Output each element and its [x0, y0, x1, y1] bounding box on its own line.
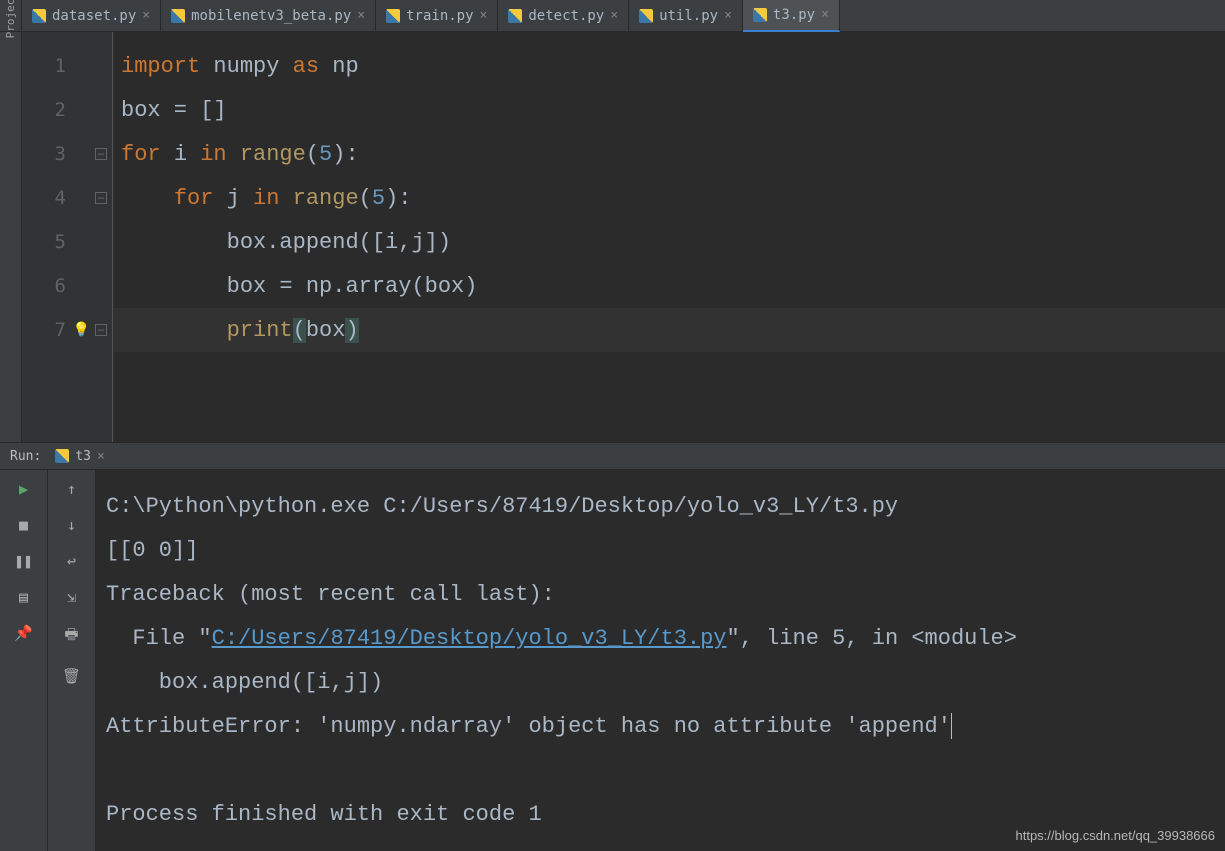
- close-icon[interactable]: ×: [480, 8, 488, 23]
- line-number: 7−💡: [22, 308, 112, 352]
- pin-icon[interactable]: 📌: [14, 624, 33, 642]
- scroll-up-icon[interactable]: ↑: [67, 480, 76, 498]
- console-line: AttributeError: 'numpy.ndarray' object h…: [106, 704, 1215, 748]
- tab-label: train.py: [406, 8, 473, 24]
- layout-icon[interactable]: ▤: [19, 588, 28, 606]
- code-line: box = []: [113, 88, 1225, 132]
- line-number: 5: [22, 220, 112, 264]
- intention-bulb-icon[interactable]: 💡: [73, 322, 90, 338]
- close-icon[interactable]: ×: [142, 8, 150, 23]
- left-strip: [0, 32, 22, 442]
- pause-icon[interactable]: ❚❚: [14, 552, 32, 570]
- tab-label: detect.py: [528, 8, 604, 24]
- tab-dataset[interactable]: dataset.py ×: [22, 0, 161, 32]
- python-icon: [55, 449, 69, 463]
- scroll-down-icon[interactable]: ↓: [67, 516, 76, 534]
- watermark: https://blog.csdn.net/qq_39938666: [1016, 828, 1216, 843]
- console-line: [[0 0]]: [106, 528, 1215, 572]
- run-actions-col-2: ↑ ↓ ↩ ⇲ 🖶 🗑: [48, 470, 96, 851]
- tab-util[interactable]: util.py ×: [629, 0, 743, 32]
- print-icon[interactable]: 🖶: [64, 624, 78, 649]
- console-output[interactable]: C:\Python\python.exe C:/Users/87419/Desk…: [96, 470, 1225, 851]
- code-line: print(box): [113, 308, 1225, 352]
- close-icon[interactable]: ×: [821, 7, 829, 22]
- close-icon[interactable]: ×: [724, 8, 732, 23]
- python-icon: [386, 9, 400, 23]
- tab-label: mobilenetv3_beta.py: [191, 8, 351, 24]
- tab-train[interactable]: train.py ×: [376, 0, 498, 32]
- python-icon: [753, 8, 767, 22]
- close-icon[interactable]: ×: [97, 449, 105, 464]
- console-line: C:\Python\python.exe C:/Users/87419/Desk…: [106, 484, 1215, 528]
- code-editor: 1 2 3− 4− 5 6 7−💡 import numpy as np box…: [0, 32, 1225, 442]
- fold-icon[interactable]: −: [95, 324, 107, 336]
- tab-label: dataset.py: [52, 8, 136, 24]
- file-link[interactable]: C:/Users/87419/Desktop/yolo_v3_LY/t3.py: [212, 626, 727, 651]
- trash-icon[interactable]: 🗑: [62, 667, 81, 685]
- console-line: File "C:/Users/87419/Desktop/yolo_v3_LY/…: [106, 616, 1215, 660]
- project-tool-rail[interactable]: Project: [0, 0, 22, 31]
- line-number: 1: [22, 44, 112, 88]
- run-actions-col-1: ▶ ■ ❚❚ ▤ 📌: [0, 470, 48, 851]
- soft-wrap-icon[interactable]: ↩: [67, 552, 76, 570]
- tab-mobilenetv3[interactable]: mobilenetv3_beta.py ×: [161, 0, 376, 32]
- rerun-icon[interactable]: ▶: [19, 480, 28, 498]
- scroll-to-end-icon[interactable]: ⇲: [67, 588, 76, 606]
- console-line: [106, 748, 1215, 792]
- code-line: box = np.array(box): [113, 264, 1225, 308]
- run-label: Run:: [10, 449, 41, 464]
- fold-icon[interactable]: −: [95, 192, 107, 204]
- code-line: for i in range(5):: [113, 132, 1225, 176]
- run-toolwindow-header: Run: t3 ×: [0, 442, 1225, 470]
- fold-icon[interactable]: −: [95, 148, 107, 160]
- gutter: 1 2 3− 4− 5 6 7−💡: [22, 32, 112, 442]
- caret: [951, 713, 952, 739]
- python-icon: [508, 9, 522, 23]
- stop-icon[interactable]: ■: [19, 516, 28, 534]
- line-number: 3−: [22, 132, 112, 176]
- run-tab[interactable]: t3 ×: [55, 449, 104, 464]
- python-icon: [639, 9, 653, 23]
- close-icon[interactable]: ×: [610, 8, 618, 23]
- code-line: import numpy as np: [113, 44, 1225, 88]
- tab-t3[interactable]: t3.py ×: [743, 0, 840, 32]
- python-icon: [171, 9, 185, 23]
- project-rail-label: Project: [4, 0, 17, 39]
- tab-detect[interactable]: detect.py ×: [498, 0, 629, 32]
- line-number: 6: [22, 264, 112, 308]
- code-line: box.append([i,j]): [113, 220, 1225, 264]
- tab-label: util.py: [659, 8, 718, 24]
- console-line: Traceback (most recent call last):: [106, 572, 1215, 616]
- tab-label: t3.py: [773, 7, 815, 23]
- editor-tabbar: Project dataset.py × mobilenetv3_beta.py…: [0, 0, 1225, 32]
- line-number: 2: [22, 88, 112, 132]
- code-line: for j in range(5):: [113, 176, 1225, 220]
- run-console: ▶ ■ ❚❚ ▤ 📌 ↑ ↓ ↩ ⇲ 🖶 🗑 C:\Python\python.…: [0, 470, 1225, 851]
- close-icon[interactable]: ×: [357, 8, 365, 23]
- python-icon: [32, 9, 46, 23]
- line-number: 4−: [22, 176, 112, 220]
- console-line: box.append([i,j]): [106, 660, 1215, 704]
- run-tab-label: t3: [75, 449, 91, 464]
- code-area[interactable]: import numpy as np box = [] for i in ran…: [112, 32, 1225, 442]
